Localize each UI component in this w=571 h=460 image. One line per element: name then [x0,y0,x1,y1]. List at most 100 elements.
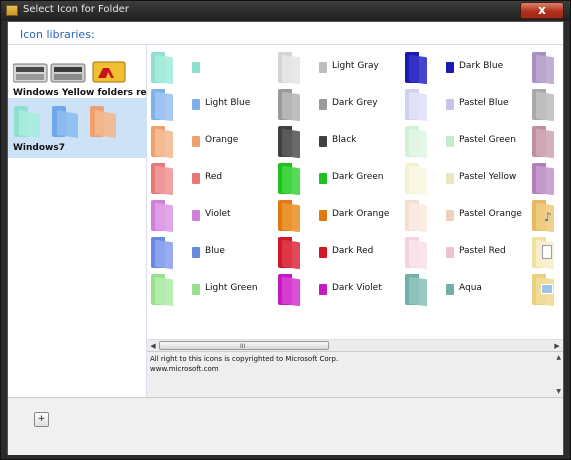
icon-cell[interactable]: ♪ [532,197,562,234]
title-bar[interactable]: Select Icon for Folder x [1,1,570,21]
scroll-up-arrow-icon[interactable]: ▲ [556,354,561,361]
folder-icon [405,126,429,159]
icon-cell[interactable]: Dark Orange [278,197,398,234]
icon-label: Dark Blue [459,61,504,71]
icon-label: Pastel Yellow [459,172,517,182]
icon-cell[interactable]: Aqua [405,271,525,308]
icon-cell[interactable]: Light Green [151,271,271,308]
folder-icon [319,99,327,110]
scroll-right-arrow-icon[interactable]: ▶ [552,341,562,351]
folder-icon [151,126,175,159]
icon-cell[interactable]: Pastel Red [405,234,525,271]
library-item-yellow-reborn[interactable]: Windows Yellow folders reborn [8,47,170,98]
icon-label: Light Blue [205,98,251,108]
folder-icon [446,136,454,147]
icon-libraries-label: Icon libraries: [20,28,95,41]
folder-icon [6,5,18,16]
folder-icon [151,89,175,122]
icon-label: Pastel Blue [459,98,509,108]
icon-cell[interactable]: Pastel Green [405,123,525,160]
library-preview-icons [14,106,116,138]
folder-icon [405,163,429,196]
icon-cell[interactable]: Dark Green [278,160,398,197]
folder-icon [278,200,302,233]
folder-icon [278,274,302,307]
pictures-folder-icon [532,274,556,307]
library-list[interactable]: Windows Yellow folders reborn Windows7 [8,45,170,397]
folder-icon [532,163,556,196]
horizontal-scrollbar[interactable]: ◀ III ▶ [147,339,563,351]
close-button[interactable]: x [520,2,564,19]
folder-icon [278,126,302,159]
folder-icon [278,163,302,196]
folder-icon [319,62,327,73]
folder-icon [446,284,454,295]
icon-cell[interactable] [532,234,562,271]
scroll-left-arrow-icon[interactable]: ◀ [148,341,158,351]
icon-cell[interactable] [151,49,271,86]
documents-folder-icon [532,237,556,270]
description-panel: All right to this icons is copyrighted t… [147,351,563,397]
icon-cell[interactable] [532,123,562,160]
icon-cell[interactable] [532,49,562,86]
icon-cell[interactable]: Dark Grey [278,86,398,123]
folder-icon [532,126,556,159]
icon-label: Violet [205,209,231,219]
folder-icon [446,62,454,73]
folder-icon [319,284,327,295]
folder-icon [532,52,556,85]
folder-icon [319,210,327,221]
icon-cell[interactable]: Pastel Orange [405,197,525,234]
icon-cell[interactable]: Dark Blue [405,49,525,86]
folder-icon [192,284,200,295]
icon-label: Dark Green [332,172,384,182]
icon-grid: Light Blue Orange Red Violet Blue Light … [147,45,563,339]
folder-icon [405,52,429,85]
scroll-down-arrow-icon[interactable]: ▼ [556,388,561,395]
icon-cell[interactable]: Blue [151,234,271,271]
library-label: Windows7 [13,143,65,153]
folder-icon [405,237,429,270]
icon-cell[interactable]: Pastel Yellow [405,160,525,197]
bottom-toolbar: + [8,397,563,455]
icon-cell[interactable]: Black [278,123,398,160]
folder-icon [446,210,454,221]
folder-icon [192,99,200,110]
add-library-button[interactable]: + [34,412,49,427]
folder-icon [446,99,454,110]
scroll-grip: III [240,343,246,350]
folder-icon [192,136,200,147]
icon-label: Blue [205,246,225,256]
icon-cell[interactable]: Dark Red [278,234,398,271]
icon-cell[interactable]: Pastel Blue [405,86,525,123]
icon-cell[interactable]: Dark Violet [278,271,398,308]
icon-cell[interactable] [532,160,562,197]
folder-icon [151,163,175,196]
dialog-content: Icon libraries: Windows Yellow folders r… [7,21,564,455]
folder-icon [192,210,200,221]
folder-icon [446,173,454,184]
icon-cell[interactable] [532,271,562,308]
icon-cell[interactable]: Orange [151,123,271,160]
website-text: www.microsoft.com [150,365,219,373]
icon-label: Red [205,172,223,182]
folder-icon [151,52,175,85]
library-item-windows7[interactable]: Windows7 [8,98,147,158]
icon-cell[interactable]: Red [151,160,271,197]
window-title: Select Icon for Folder [23,4,129,15]
icon-label: Pastel Orange [459,209,522,219]
icon-cell[interactable] [532,86,562,123]
folder-icon [319,247,327,258]
icon-cell[interactable]: Light Gray [278,49,398,86]
icon-label: Dark Red [332,246,374,256]
folder-icon [151,200,175,233]
scroll-thumb[interactable]: III [159,341,329,350]
folder-icon [405,200,429,233]
icon-cell[interactable]: Light Blue [151,86,271,123]
icon-cell[interactable]: Violet [151,197,271,234]
icon-label: Light Green [205,283,258,293]
folder-icon [151,274,175,307]
folder-icon [192,247,200,258]
icon-label: Dark Grey [332,98,378,108]
folder-icon [446,247,454,258]
